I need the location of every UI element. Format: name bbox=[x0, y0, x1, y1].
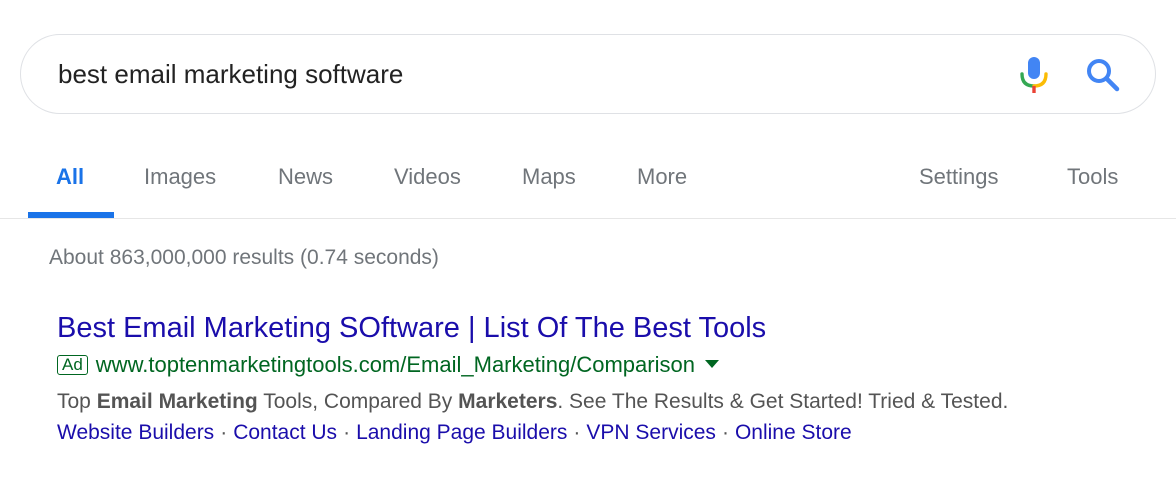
ad-snippet: Top Email Marketing Tools, Compared By M… bbox=[57, 390, 1008, 414]
ad-url-line: Ad www.toptenmarketingtools.com/Email_Mar… bbox=[57, 352, 719, 380]
tab-more[interactable]: More bbox=[637, 164, 687, 190]
tabs-divider bbox=[0, 218, 1176, 219]
tab-settings[interactable]: Settings bbox=[919, 164, 999, 190]
dropdown-arrow-icon[interactable] bbox=[704, 360, 719, 368]
ad-result-title-link[interactable]: Best Email Marketing SOftware | List Of … bbox=[57, 312, 766, 345]
result-stats: About 863,000,000 results (0.74 seconds) bbox=[49, 246, 439, 269]
search-tabs: All Images News Videos Maps More Setting… bbox=[0, 140, 1176, 218]
tab-videos[interactable]: Videos bbox=[394, 164, 461, 190]
sitelink-separator: · bbox=[220, 421, 228, 444]
sitelink-vpn-services[interactable]: VPN Services bbox=[586, 421, 716, 444]
tab-images[interactable]: Images bbox=[144, 164, 216, 190]
search-input[interactable] bbox=[58, 57, 958, 91]
tab-news[interactable]: News bbox=[278, 164, 333, 190]
sitelink-separator: · bbox=[343, 421, 351, 444]
microphone-icon[interactable] bbox=[1017, 55, 1051, 95]
sitelink-website-builders[interactable]: Website Builders bbox=[57, 421, 214, 444]
search-results-page: All Images News Videos Maps More Setting… bbox=[0, 0, 1176, 486]
ad-badge: Ad bbox=[57, 355, 88, 375]
snippet-bold-term: Email Marketing bbox=[96, 390, 258, 413]
ad-sitelinks: Website Builders · Contact Us · Landing Page… bbox=[57, 421, 852, 445]
snippet-text: Top bbox=[57, 390, 97, 413]
search-box bbox=[20, 34, 1156, 114]
sitelink-landing-page-builders[interactable]: Landing Page Builders bbox=[356, 421, 567, 444]
snippet-text: . See The Results & Get Started! Tried &… bbox=[557, 390, 1009, 413]
snippet-text: Tools, Compared By bbox=[257, 390, 459, 413]
search-icon[interactable] bbox=[1085, 57, 1121, 93]
tab-all[interactable]: All bbox=[56, 164, 84, 190]
tab-maps[interactable]: Maps bbox=[522, 164, 576, 190]
snippet-bold-term: Marketers bbox=[458, 390, 558, 413]
tab-tools[interactable]: Tools bbox=[1067, 164, 1118, 190]
ad-result-url[interactable]: www.toptenmarketingtools.com/Email_Marke… bbox=[96, 352, 695, 377]
sitelink-separator: · bbox=[573, 421, 581, 444]
sitelink-contact-us[interactable]: Contact Us bbox=[233, 421, 337, 444]
sitelink-online-store[interactable]: Online Store bbox=[735, 421, 852, 444]
sitelink-separator: · bbox=[721, 421, 729, 444]
